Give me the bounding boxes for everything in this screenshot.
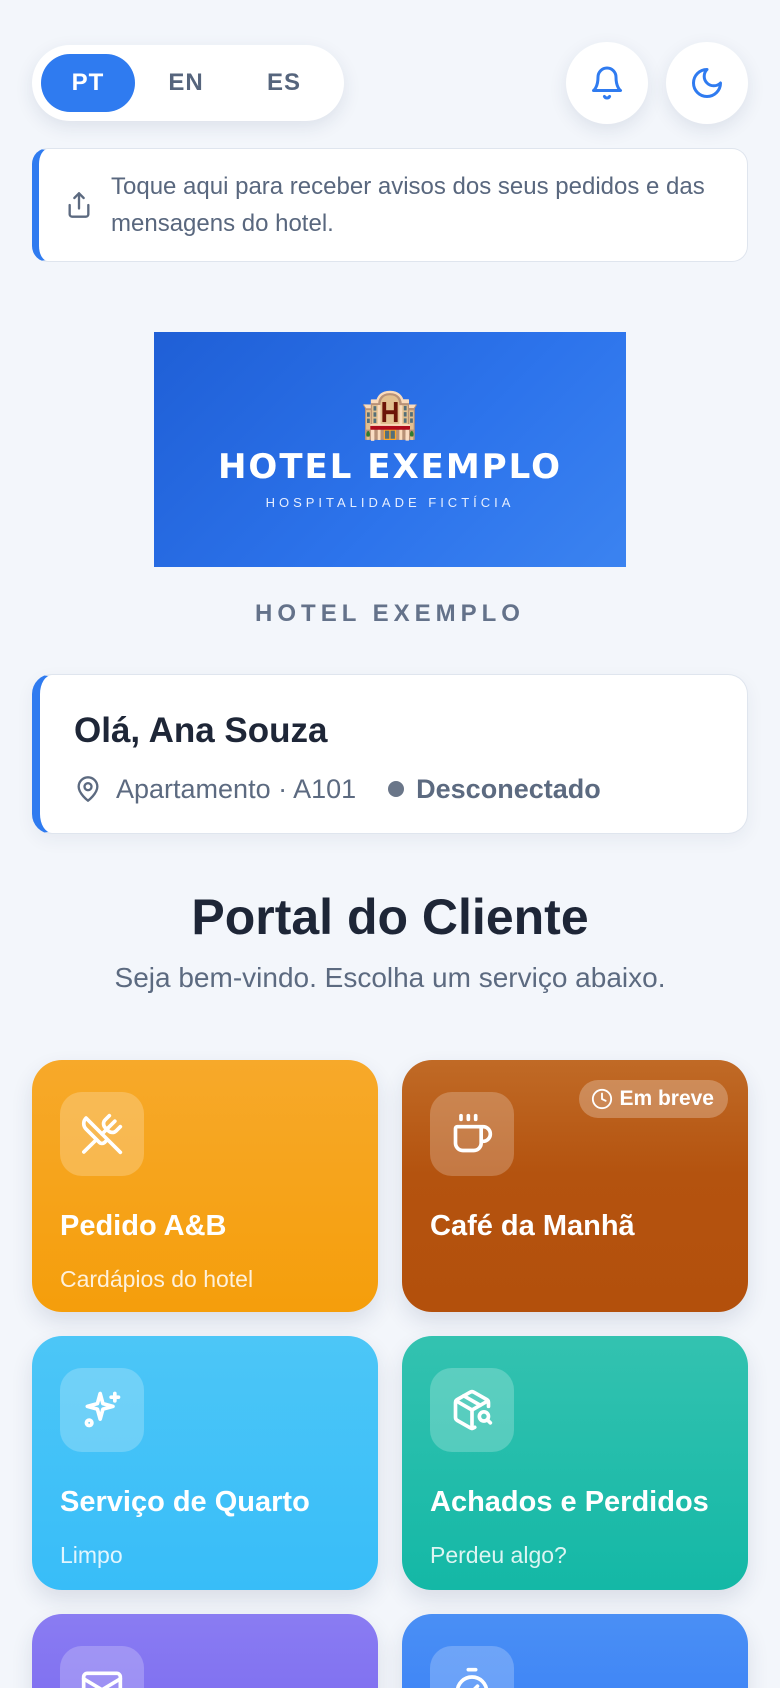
- service-tile-food-order[interactable]: Pedido A&B Cardápios do hotel: [32, 1060, 378, 1312]
- lang-pt-button[interactable]: PT: [41, 54, 135, 112]
- tile-title: Achados e Perdidos: [430, 1486, 709, 1518]
- service-tile-lost-and-found[interactable]: Achados e Perdidos Perdeu algo?: [402, 1336, 748, 1590]
- logo-subtitle: HOSPITALIDADE FICTÍCIA: [265, 495, 515, 510]
- page-subtitle: Seja bem-vindo. Escolha um serviço abaix…: [114, 962, 666, 993]
- tile-title: Pedido A&B: [60, 1210, 227, 1242]
- service-tile-timer[interactable]: [402, 1614, 748, 1688]
- language-switcher: PT EN ES: [32, 45, 344, 121]
- coming-soon-badge: Em breve: [579, 1080, 728, 1118]
- notice-text: Toque aqui para receber avisos dos seus …: [111, 173, 705, 237]
- theme-toggle-button[interactable]: [666, 42, 748, 124]
- tile-description: Perdeu algo?: [430, 1542, 567, 1568]
- lang-en-button[interactable]: EN: [139, 54, 233, 112]
- notifications-button[interactable]: [566, 42, 648, 124]
- service-tile-breakfast[interactable]: Em breve Café da Manhã: [402, 1060, 748, 1312]
- top-bar: PT EN ES: [32, 42, 748, 124]
- push-notice-banner[interactable]: Toque aqui para receber avisos dos seus …: [32, 148, 748, 262]
- service-tile-messages[interactable]: [32, 1614, 378, 1688]
- connection-status: Desconectado: [416, 773, 601, 804]
- guest-location: Apartamento · A101: [116, 773, 357, 804]
- tile-title: Serviço de Quarto: [60, 1486, 310, 1518]
- timer-icon: [430, 1646, 514, 1688]
- tile-description: Limpo: [60, 1542, 123, 1568]
- status-dot: [388, 781, 405, 797]
- hotel-logo: 🏨 HOTEL EXEMPLO HOSPITALIDADE FICTÍCIA: [154, 332, 626, 567]
- hotel-emoji-icon: 🏨: [360, 388, 420, 441]
- page-title: Portal do Cliente: [191, 889, 589, 945]
- package-search-icon: [430, 1368, 514, 1452]
- service-tile-room-service[interactable]: Serviço de Quarto Limpo: [32, 1336, 378, 1590]
- guest-card: Olá, Ana Souza Apartamento · A101 Descon…: [32, 674, 748, 834]
- tile-title: Café da Manhã: [430, 1210, 635, 1242]
- coffee-icon: [430, 1092, 514, 1176]
- map-pin-icon: [77, 776, 99, 802]
- guest-meta: Apartamento · A101 Desconectado: [74, 769, 601, 809]
- guest-greeting: Olá, Ana Souza: [74, 711, 328, 750]
- lang-es-button[interactable]: ES: [237, 54, 331, 112]
- clock-icon: [592, 1088, 613, 1110]
- sparkles-icon: [60, 1368, 144, 1452]
- bell-icon: [592, 66, 622, 100]
- badge-label: Em breve: [619, 1087, 714, 1110]
- tile-description: Cardápios do hotel: [60, 1266, 254, 1292]
- moon-icon: [692, 68, 722, 98]
- logo-title: HOTEL EXEMPLO: [217, 447, 563, 487]
- utensils-icon: [60, 1092, 144, 1176]
- mail-icon: [60, 1646, 144, 1688]
- share-upload-icon: [68, 192, 90, 218]
- hotel-name: HOTEL EXEMPLO: [255, 600, 525, 627]
